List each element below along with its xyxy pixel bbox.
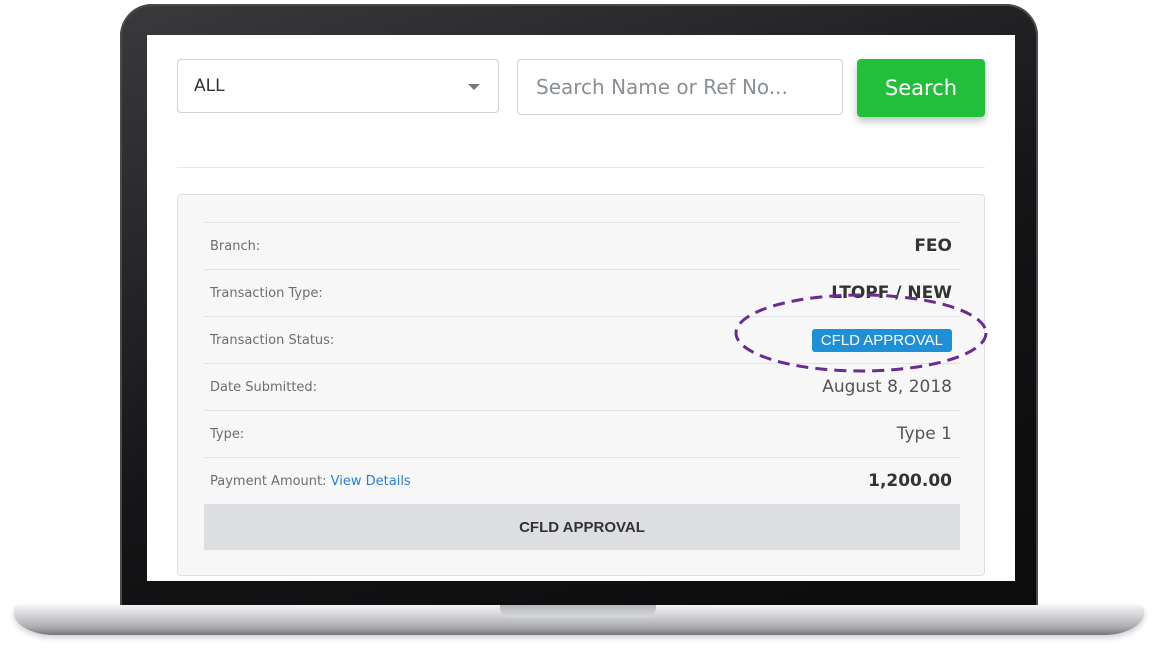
transaction-type-label: Transaction Type: (210, 285, 323, 301)
laptop-base-notch (500, 605, 656, 617)
date-submitted-value: August 8, 2018 (822, 377, 952, 397)
payment-amount-label-group: Payment Amount: View Details (204, 474, 411, 489)
type-value: Type 1 (896, 424, 952, 444)
filter-dropdown-value: ALL (194, 76, 225, 96)
type-row: Type: Type 1 (204, 410, 960, 457)
branch-label: Branch: (210, 238, 261, 254)
branch-row: Branch: FEO (204, 222, 960, 269)
type-label: Type: (210, 426, 245, 442)
highlight-annotation (734, 293, 988, 373)
transaction-status-label: Transaction Status: (210, 332, 335, 348)
payment-amount-row: Payment Amount: View Details 1,200.00 (204, 457, 960, 504)
branch-value: FEO (914, 236, 952, 256)
filter-dropdown[interactable]: ALL (177, 59, 499, 113)
status-footer: CFLD APPROVAL (204, 504, 960, 550)
payment-amount-value: 1,200.00 (868, 471, 952, 491)
toolbar-divider (177, 167, 985, 168)
date-submitted-label: Date Submitted: (210, 379, 318, 395)
laptop-mockup: ALL Search Branch: FEO Transaction Type:… (0, 0, 1157, 654)
transaction-card: Branch: FEO Transaction Type: LTOPF / NE… (177, 194, 985, 576)
search-input[interactable] (517, 59, 843, 115)
payment-amount-label: Payment Amount: (210, 473, 327, 489)
view-details-link[interactable]: View Details (331, 474, 411, 489)
chevron-down-icon (468, 84, 480, 90)
search-button[interactable]: Search (857, 59, 985, 117)
